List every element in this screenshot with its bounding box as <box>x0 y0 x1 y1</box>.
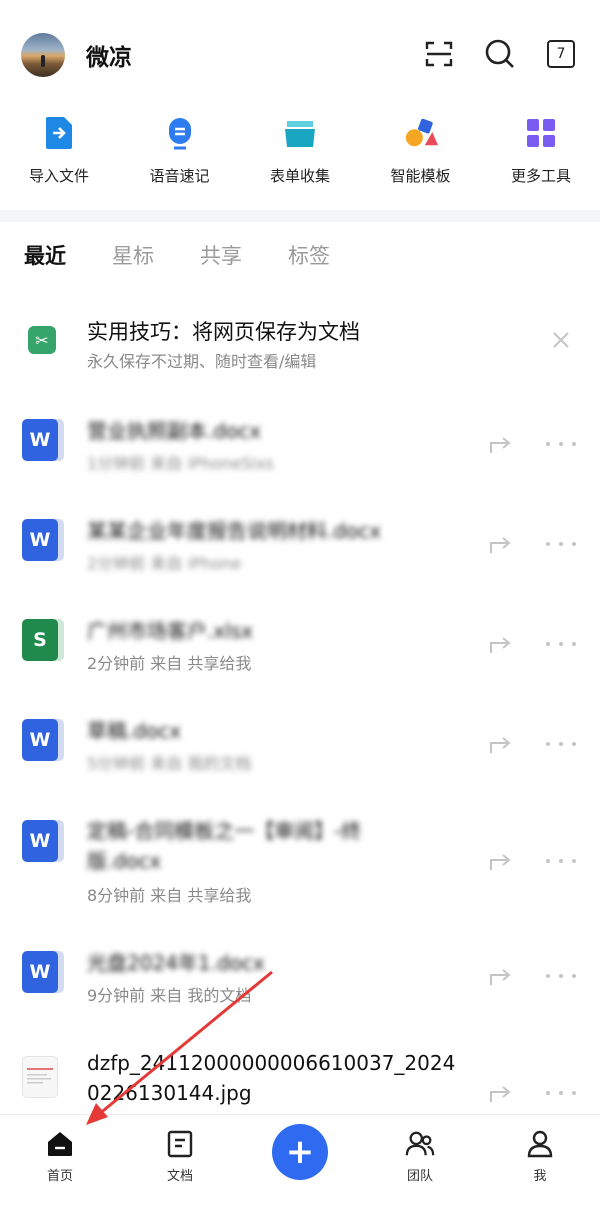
tool-label: 表单收集 <box>269 167 330 185</box>
more-options-icon[interactable] <box>546 1089 576 1097</box>
tool-more-tools[interactable]: 更多工具 <box>488 110 594 210</box>
calendar-day: 7 <box>547 40 575 68</box>
file-row[interactable]: dzfp_24112000000006610037_20240226130144… <box>0 1042 600 1114</box>
file-meta: 8分钟前 来自 共享给我 <box>87 886 252 905</box>
word-file-icon: W <box>22 519 64 561</box>
share-icon[interactable] <box>488 431 514 455</box>
file-meta: 9分钟前 来自 我的文档 <box>87 986 252 1005</box>
close-icon[interactable] <box>549 328 573 352</box>
file-row[interactable]: W 光盘2024年1.docx 9分钟前 来自 我的文档 <box>0 942 600 1022</box>
file-meta: 1分钟前 来自 iPhoneSixs <box>87 454 274 473</box>
share-icon[interactable] <box>488 731 514 755</box>
tip-title: 实用技巧：将网页保存为文档 <box>87 320 360 344</box>
file-tabs: 最近 星标 共享 标签 <box>24 240 376 270</box>
username[interactable]: 微凉 <box>86 38 132 72</box>
bottom-nav: 首页 文档 + 团队 我 <box>0 1114 600 1208</box>
scan-icon[interactable] <box>423 38 455 70</box>
nav-documents[interactable]: 文档 <box>140 1129 220 1184</box>
tab-recent[interactable]: 最近 <box>24 240 66 270</box>
tool-label: 语音速记 <box>149 167 210 185</box>
tab-tags[interactable]: 标签 <box>288 240 330 270</box>
more-tools-icon <box>524 116 558 150</box>
tip-subtitle: 永久保存不过期、随时查看/编辑 <box>87 352 317 371</box>
file-meta: 2分钟前 来自 iPhone <box>87 554 242 573</box>
file-row[interactable]: W 某某企业年度报告说明材料.docx 2分钟前 来自 iPhone <box>0 510 600 590</box>
nav-home[interactable]: 首页 <box>20 1129 100 1184</box>
file-name: 广州市场客户.xlsx <box>87 619 254 643</box>
avatar[interactable] <box>21 33 65 77</box>
file-name: dzfp_24112000000006610037_20240226130144… <box>87 1051 456 1105</box>
form-collect-icon <box>283 116 317 150</box>
more-options-icon[interactable] <box>546 972 576 980</box>
more-options-icon[interactable] <box>546 857 576 865</box>
image-file-icon <box>22 1056 64 1098</box>
calendar-icon[interactable]: 7 <box>545 38 577 70</box>
profile-icon <box>525 1129 555 1159</box>
tool-label: 更多工具 <box>510 167 571 185</box>
share-icon[interactable] <box>488 963 514 987</box>
file-row[interactable]: W 营业执照副本.docx 1分钟前 来自 iPhoneSixs <box>0 410 600 490</box>
word-file-icon: W <box>22 419 64 461</box>
nav-label: 文档 <box>166 1169 193 1184</box>
file-name: 草稿.docx <box>87 719 182 743</box>
import-file-icon <box>42 116 76 150</box>
smart-template-icon <box>404 116 438 150</box>
tab-starred[interactable]: 星标 <box>112 240 154 270</box>
file-name: 营业执照副本.docx <box>87 419 262 443</box>
file-name: 某某企业年度报告说明材料.docx <box>87 519 382 543</box>
section-divider <box>0 210 600 222</box>
file-row[interactable]: S 广州市场客户.xlsx 2分钟前 来自 共享给我 <box>0 610 600 690</box>
share-icon[interactable] <box>488 848 514 872</box>
tip-banner[interactable]: ✂ 实用技巧：将网页保存为文档 永久保存不过期、随时查看/编辑 <box>0 308 600 378</box>
team-icon <box>405 1129 435 1159</box>
tool-smart-template[interactable]: 智能模板 <box>368 110 474 210</box>
create-button[interactable]: + <box>272 1124 328 1180</box>
share-icon[interactable] <box>488 1080 514 1104</box>
voice-note-icon <box>163 116 197 150</box>
tool-form-collect[interactable]: 表单收集 <box>247 110 353 210</box>
search-icon[interactable] <box>484 38 516 70</box>
home-icon <box>45 1129 75 1159</box>
word-file-icon: W <box>22 820 64 862</box>
more-options-icon[interactable] <box>546 540 576 548</box>
nav-team[interactable]: 团队 <box>380 1129 460 1184</box>
more-options-icon[interactable] <box>546 440 576 448</box>
sheet-file-icon: S <box>22 619 64 661</box>
file-name: 定稿-合同模板之一【审阅】-终版.docx <box>87 819 362 873</box>
nav-label: 团队 <box>406 1169 433 1184</box>
scissors-icon: ✂ <box>28 326 56 354</box>
nav-label: 首页 <box>46 1169 73 1184</box>
nav-label: 我 <box>533 1169 547 1184</box>
nav-me[interactable]: 我 <box>500 1129 580 1184</box>
file-meta: 5分钟前 来自 我的文档 <box>87 754 252 773</box>
document-icon <box>165 1129 195 1159</box>
word-file-icon: W <box>22 719 64 761</box>
file-name: 光盘2024年1.docx <box>87 951 265 975</box>
tool-label: 导入文件 <box>28 167 89 185</box>
tool-voice-note[interactable]: 语音速记 <box>127 110 233 210</box>
file-meta: 2分钟前 来自 共享给我 <box>87 654 252 673</box>
file-row[interactable]: W 草稿.docx 5分钟前 来自 我的文档 <box>0 710 600 790</box>
tool-import-file[interactable]: 导入文件 <box>6 110 112 210</box>
more-options-icon[interactable] <box>546 740 576 748</box>
quick-tools: 导入文件 语音速记 表单收集 智能模板 更多工具 <box>0 110 600 210</box>
share-icon[interactable] <box>488 631 514 655</box>
more-options-icon[interactable] <box>546 640 576 648</box>
tool-label: 智能模板 <box>390 167 451 185</box>
tab-shared[interactable]: 共享 <box>200 240 242 270</box>
file-row[interactable]: W 定稿-合同模板之一【审阅】-终版.docx 8分钟前 来自 共享给我 <box>0 810 600 920</box>
top-header: 微凉 7 <box>0 0 600 110</box>
share-icon[interactable] <box>488 531 514 555</box>
word-file-icon: W <box>22 951 64 993</box>
